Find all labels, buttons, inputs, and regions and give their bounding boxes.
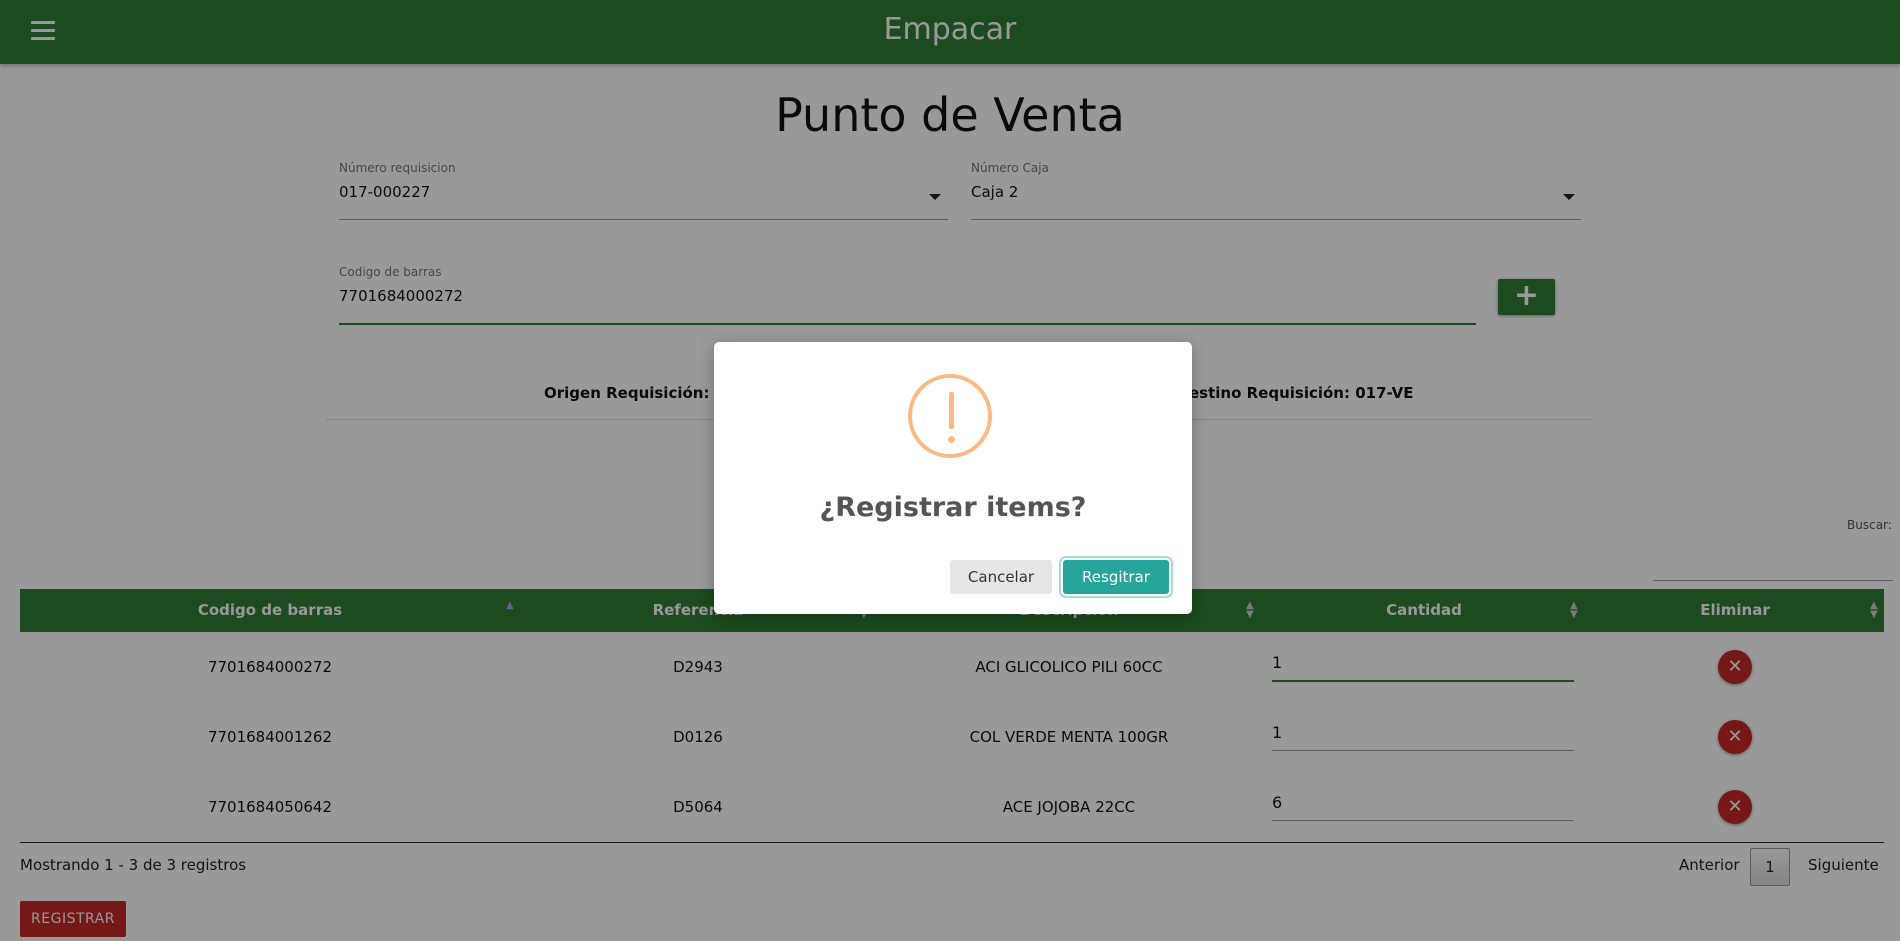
dialog-title: ¿Registrar items? — [819, 492, 1087, 523]
confirm-register-button[interactable]: Resgitrar — [1063, 560, 1169, 594]
confirm-dialog: ¿Registrar items? Cancelar Resgitrar — [714, 342, 1192, 614]
cancel-button[interactable]: Cancelar — [950, 560, 1052, 594]
warning-icon — [908, 374, 992, 458]
